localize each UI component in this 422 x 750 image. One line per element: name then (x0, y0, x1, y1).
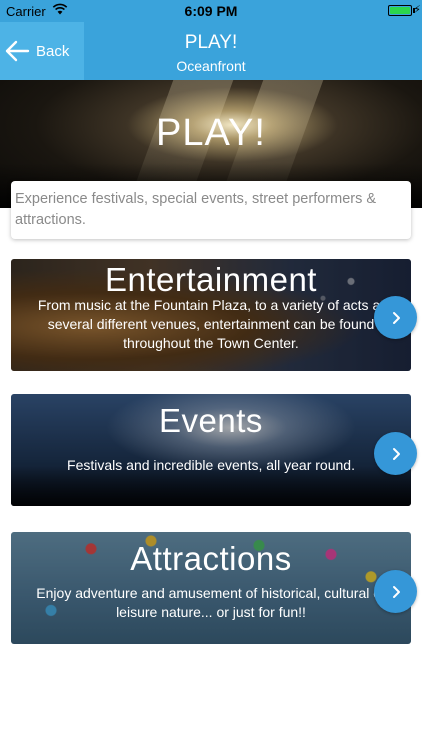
page-subtitle: Oceanfront (176, 58, 246, 74)
battery-icon (388, 5, 412, 16)
chevron-right-icon (392, 311, 400, 324)
card-description: Festivals and incredible events, all yea… (67, 457, 355, 473)
status-bar: Carrier 6:09 PM ⚡ (0, 0, 422, 22)
attractions-arrow-button[interactable] (374, 570, 417, 613)
clock: 6:09 PM (184, 3, 238, 19)
chevron-right-icon (392, 447, 400, 460)
entertainment-card[interactable]: Entertainment From music at the Fountain… (11, 259, 411, 371)
card-title: Events (159, 402, 263, 439)
chevron-right-icon (392, 585, 400, 598)
navigation-bar: Back PLAY! Oceanfront (0, 22, 422, 80)
page-title: PLAY! (184, 32, 238, 53)
card-description: From music at the Fountain Plaza, to a v… (37, 297, 385, 351)
card-description: Enjoy adventure and amusement of histori… (36, 585, 386, 620)
attractions-card[interactable]: Attractions Enjoy adventure and amusemen… (11, 532, 411, 644)
charging-icon: ⚡ (413, 4, 421, 16)
events-arrow-button[interactable] (374, 432, 417, 475)
entertainment-arrow-button[interactable] (374, 296, 417, 339)
card-title: Entertainment (105, 261, 317, 298)
hero-title: PLAY! (156, 112, 266, 154)
intro-text: Experience festivals, special events, st… (11, 181, 411, 239)
card-title: Attractions (130, 540, 292, 577)
events-card[interactable]: Events Festivals and incredible events, … (11, 394, 411, 506)
